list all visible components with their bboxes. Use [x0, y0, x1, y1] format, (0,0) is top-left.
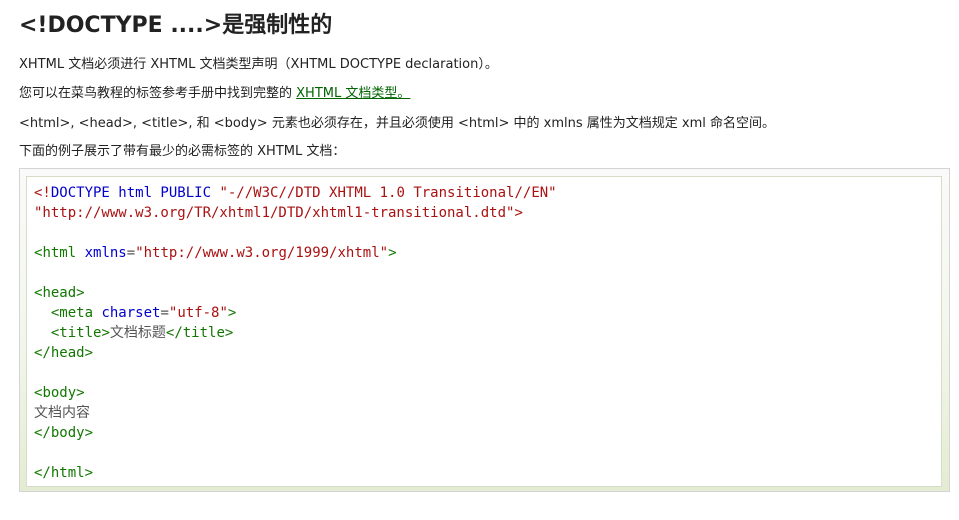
code-body-close-tag: body — [50, 425, 85, 441]
code-body-close-gt: > — [84, 425, 94, 441]
code-title-close-lt: </ — [165, 325, 183, 341]
code-title-tag: title — [59, 325, 102, 341]
code-eq: = — [126, 245, 136, 261]
code-meta-gt: > — [227, 305, 237, 321]
code-head-tag: head — [42, 285, 77, 301]
code-title-close-gt: > — [224, 325, 234, 341]
code-doctype-public-id: "-//W3C//DTD XHTML 1.0 Transitional//EN" — [219, 185, 557, 201]
code-head-close-gt: > — [84, 345, 94, 361]
code-html-close-tag: html — [50, 465, 85, 481]
code-title-open-gt: > — [101, 325, 110, 341]
code-body-tag: body — [42, 385, 77, 401]
code-charset-attr: charset — [101, 305, 161, 321]
paragraph-required-elements: <html>, <head>, <title>, 和 <body> 元素也必须存… — [19, 116, 775, 131]
section-heading: <!DOCTYPE ....>是强制性的 — [19, 13, 333, 38]
code-html-tag: html — [42, 245, 77, 261]
code-html-open-gt: > — [388, 245, 397, 261]
code-body-close-lt: </ — [34, 425, 51, 441]
code-head-close-lt: </ — [34, 345, 51, 361]
code-example-box: <!DOCTYPE html PUBLIC "-//W3C//DTD XHTML… — [19, 168, 950, 492]
code-doctype-open: <! — [34, 185, 51, 201]
code-body-open-gt: > — [76, 385, 85, 401]
code-head-close-tag: head — [50, 345, 85, 361]
code-eq: = — [160, 305, 169, 321]
code-html-close-gt: > — [84, 465, 94, 481]
code-doctype-system-id: "http://www.w3.org/TR/xhtml1/DTD/xhtml1-… — [34, 205, 515, 221]
code-charset-value: "utf-8" — [168, 305, 228, 321]
code-xmlns-attr: xmlns — [84, 245, 127, 261]
paragraph-doctype-required: XHTML 文档必须进行 XHTML 文档类型声明（XHTML DOCTYPE … — [19, 57, 498, 72]
code-xmlns-value: "http://www.w3.org/1999/xhtml" — [135, 245, 389, 261]
code-html-close-lt: </ — [34, 465, 51, 481]
paragraph-text: 您可以在菜鸟教程的标签参考手册中找到完整的 — [19, 86, 297, 101]
code-body-text: 文档内容 — [34, 405, 90, 421]
code-doctype-keyword: DOCTYPE html PUBLIC — [50, 185, 212, 201]
paragraph-example-intro: 下面的例子展示了带有最少的必需标签的 XHTML 文档： — [19, 144, 346, 159]
xhtml-doctype-link[interactable]: XHTML 文档类型。 — [296, 86, 410, 101]
code-doctype-close: > — [514, 205, 523, 221]
paragraph-reference-manual: 您可以在菜鸟教程的标签参考手册中找到完整的 XHTML 文档类型。 — [19, 85, 410, 103]
code-panel: <!DOCTYPE html PUBLIC "-//W3C//DTD XHTML… — [26, 176, 942, 487]
code-head-open-gt: > — [76, 285, 85, 301]
code-title-close-tag: title — [182, 325, 225, 341]
page: { "heading": "<!DOCTYPE ....>是强制性的", "pa… — [0, 0, 959, 520]
code-title-text: 文档标题 — [109, 325, 166, 341]
code-block: <!DOCTYPE html PUBLIC "-//W3C//DTD XHTML… — [34, 183, 557, 483]
code-meta-tag: meta — [59, 305, 94, 321]
